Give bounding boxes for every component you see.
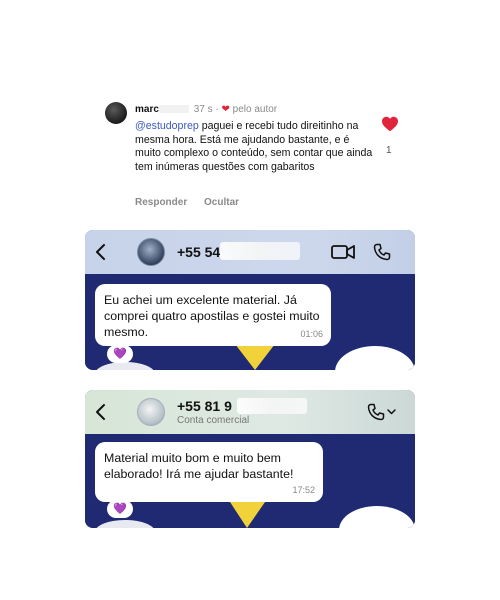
chat-screenshot-2: +55 81 9 Conta comercial Material muito … (85, 390, 415, 528)
message-bubble[interactable]: Material muito bom e muito bem elaborado… (95, 442, 323, 502)
chat-header: +55 54 (85, 230, 415, 274)
purple-heart-reaction-icon[interactable]: 💜 (107, 500, 133, 518)
video-call-icon[interactable] (331, 243, 355, 261)
chat-screenshot-1: +55 54 Eu achei um excelente material. J… (85, 230, 415, 370)
comment-time: 37 s (193, 104, 213, 115)
comment-actions: Responder Ocultar (135, 197, 253, 208)
message-text: Material muito bom e muito bem elaborado… (104, 451, 294, 481)
contact-phone[interactable]: +55 54 (177, 244, 220, 260)
chat-header: +55 81 9 Conta comercial (85, 390, 415, 434)
blurred-phone (220, 242, 300, 260)
message-time: 17:52 (292, 485, 315, 495)
back-arrow-icon[interactable] (93, 402, 109, 422)
contact-phone[interactable]: +55 81 9 (177, 398, 232, 414)
author-heart-icon: ❤ (221, 104, 230, 115)
reply-button[interactable]: Responder (135, 197, 187, 208)
avatar[interactable] (105, 102, 127, 124)
author-liked-label: pelo autor (232, 104, 278, 115)
purple-heart-reaction-icon[interactable]: 💜 (107, 345, 133, 363)
message-bubble[interactable]: Eu achei um excelente material. Já compr… (95, 284, 331, 346)
comment-text: @estudoprep paguei e recebi tudo direiti… (135, 120, 375, 174)
comment: marc 37 s · ❤ pelo autor @estudoprep pag… (105, 100, 405, 212)
business-account-label: Conta comercial (177, 415, 250, 426)
contact-avatar[interactable] (137, 238, 165, 266)
comment-mention[interactable]: @estudoprep (135, 120, 199, 132)
phone-call-icon[interactable] (373, 243, 391, 261)
blurred-username (158, 105, 189, 114)
phone-call-menu-icon[interactable] (367, 402, 397, 422)
like-count: 1 (386, 145, 392, 156)
contact-avatar[interactable] (137, 398, 165, 426)
like-heart-icon[interactable] (381, 116, 399, 132)
message-text: Eu achei um excelente material. Já compr… (104, 293, 320, 339)
hide-button[interactable]: Ocultar (204, 197, 239, 208)
back-arrow-icon[interactable] (93, 242, 109, 262)
blurred-phone (237, 398, 307, 414)
message-time: 01:06 (300, 329, 323, 339)
comment-header: marc 37 s · ❤ pelo autor (135, 104, 278, 115)
comment-username[interactable]: marc (135, 104, 159, 115)
